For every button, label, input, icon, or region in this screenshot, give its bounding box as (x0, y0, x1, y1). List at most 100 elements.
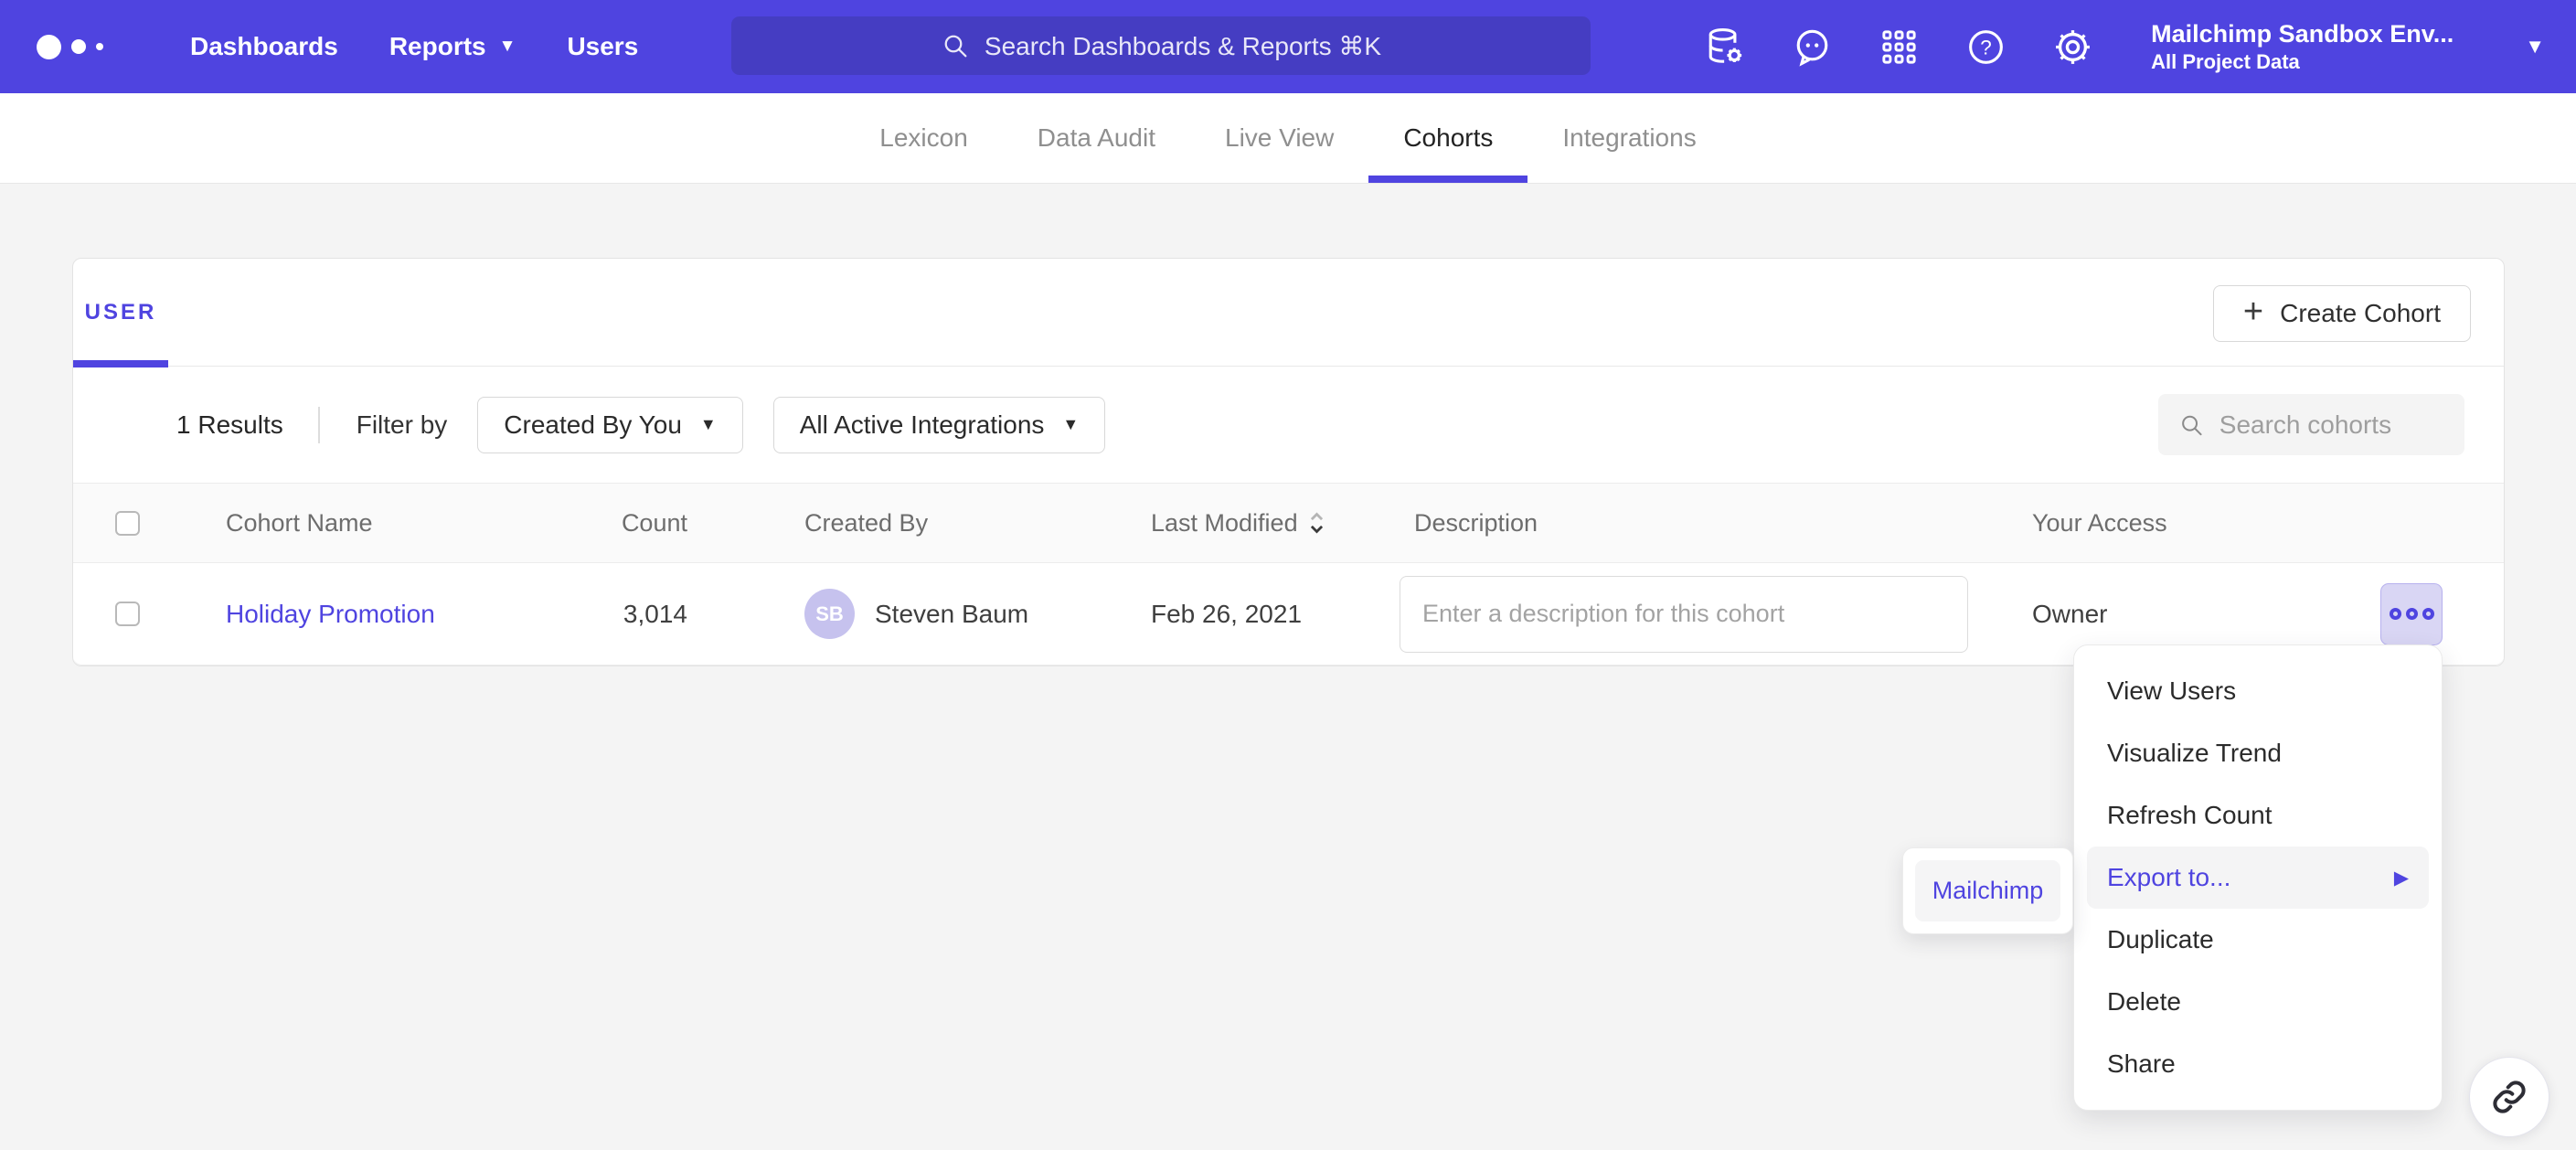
submenu-item-mailchimp[interactable]: Mailchimp (1915, 860, 2060, 921)
tab-label: Data Audit (1038, 123, 1155, 153)
menu-item-label: Share (2107, 1049, 2176, 1079)
filter-bar: 1 Results Filter by Created By You ▼ All… (73, 367, 2504, 483)
ellipsis-icon (2406, 608, 2418, 620)
description-input[interactable] (1400, 576, 1968, 653)
row-actions-context-menu: View Users Visualize Trend Refresh Count… (2073, 644, 2443, 1111)
logo-dot-medium (71, 39, 86, 54)
top-nav-right: ? Mailchimp Sandbox Env... All Project D… (1704, 0, 2545, 93)
header-last-modified-label: Last Modified (1151, 509, 1298, 538)
menu-item-label: Duplicate (2107, 925, 2214, 954)
avatar: SB (804, 589, 855, 639)
apps-grid-icon[interactable] (1878, 26, 1921, 69)
tab-data-audit[interactable]: Data Audit (1003, 93, 1190, 183)
tab-label: Integrations (1562, 123, 1696, 153)
cohorts-table-header: Cohort Name Count Created By Last Modifi… (73, 483, 2504, 563)
search-cohorts-input[interactable] (2219, 410, 2444, 440)
tab-integrations[interactable]: Integrations (1528, 93, 1730, 183)
chevron-down-icon: ▼ (499, 37, 516, 57)
tab-live-view[interactable]: Live View (1190, 93, 1368, 183)
header-checkbox-cell (73, 511, 226, 536)
plus-icon: + (2243, 294, 2263, 329)
create-cohort-label: Create Cohort (2280, 299, 2441, 328)
search-cohorts-box (2158, 394, 2464, 455)
header-description: Description (1400, 509, 2032, 538)
nav-item-label: Reports (389, 32, 486, 61)
top-nav: Dashboards Reports ▼ Users Search Dashbo… (0, 0, 2576, 93)
menu-item-label: Export to... (2107, 863, 2230, 892)
last-modified-date: Feb 26, 2021 (1151, 600, 1400, 629)
copy-link-button[interactable] (2469, 1057, 2549, 1137)
chevron-down-icon: ▼ (1062, 415, 1079, 434)
nav-item-reports[interactable]: Reports ▼ (389, 32, 516, 61)
nav-item-dashboards[interactable]: Dashboards (190, 32, 338, 61)
tab-user-cohorts[interactable]: USER (73, 259, 168, 367)
data-management-tabs: Lexicon Data Audit Live View Cohorts Int… (0, 93, 2576, 184)
header-last-modified[interactable]: Last Modified (1151, 509, 1400, 538)
cohorts-card-header: USER + Create Cohort (73, 259, 2504, 367)
created-by-filter-value: Created By You (504, 410, 682, 440)
feedback-icon[interactable] (1791, 26, 1834, 69)
tab-cohorts[interactable]: Cohorts (1368, 93, 1528, 183)
tab-lexicon[interactable]: Lexicon (845, 93, 1003, 183)
create-cohort-button[interactable]: + Create Cohort (2213, 285, 2471, 342)
project-data-scope: All Project Data (2151, 49, 2454, 75)
results-count: 1 Results (176, 410, 283, 440)
header-created-by: Created By (687, 509, 1151, 538)
select-all-checkbox[interactable] (115, 511, 140, 536)
menu-item-delete[interactable]: Delete (2074, 971, 2442, 1033)
vertical-divider (318, 407, 320, 443)
logo-dot-small (96, 43, 103, 50)
ellipsis-icon (2390, 608, 2401, 620)
logo-dot-large (37, 35, 61, 59)
search-icon (2178, 410, 2205, 441)
project-name: Mailchimp Sandbox Env... (2151, 18, 2454, 49)
mixpanel-logo[interactable] (37, 35, 139, 59)
settings-gear-icon[interactable] (2051, 26, 2094, 69)
created-by-cell: SB Steven Baum (687, 589, 1151, 639)
nav-item-label: Users (567, 32, 638, 61)
link-icon (2489, 1077, 2529, 1117)
menu-item-duplicate[interactable]: Duplicate (2074, 909, 2442, 971)
global-search-placeholder: Search Dashboards & Reports ⌘K (985, 31, 1381, 61)
menu-item-visualize-trend[interactable]: Visualize Trend (2074, 722, 2442, 784)
data-management-icon[interactable] (1704, 26, 1747, 69)
search-icon (941, 31, 970, 60)
chevron-down-icon: ▼ (700, 415, 717, 434)
nav-item-users[interactable]: Users (567, 32, 638, 61)
created-by-filter-dropdown[interactable]: Created By You ▼ (477, 397, 742, 453)
tab-label: Cohorts (1403, 123, 1493, 153)
filter-by-label: Filter by (357, 410, 448, 440)
ellipsis-icon (2422, 608, 2434, 620)
menu-item-share[interactable]: Share (2074, 1033, 2442, 1095)
menu-item-export-to[interactable]: Export to... ▶ (2087, 847, 2429, 909)
row-checkbox-cell (73, 602, 226, 626)
cohorts-card: USER + Create Cohort 1 Results Filter by… (72, 258, 2505, 666)
row-actions-menu-button[interactable] (2380, 583, 2443, 645)
tab-label: Lexicon (879, 123, 968, 153)
integrations-filter-dropdown[interactable]: All Active Integrations ▼ (773, 397, 1106, 453)
header-your-access: Your Access (2032, 509, 2380, 538)
cohort-name-link[interactable]: Holiday Promotion (226, 600, 435, 628)
header-count: Count (585, 509, 687, 538)
submenu-arrow-icon: ▶ (2394, 867, 2409, 889)
tab-label: Live View (1225, 123, 1334, 153)
sort-icon[interactable] (1309, 510, 1325, 536)
row-checkbox[interactable] (115, 602, 140, 626)
submenu-item-label: Mailchimp (1932, 877, 2044, 905)
menu-item-refresh-count[interactable]: Refresh Count (2074, 784, 2442, 847)
access-level: Owner (2032, 600, 2380, 629)
integrations-filter-value: All Active Integrations (800, 410, 1045, 440)
header-cohort-name: Cohort Name (226, 509, 585, 538)
cohort-count: 3,014 (585, 600, 687, 629)
nav-item-label: Dashboards (190, 32, 338, 61)
project-selector[interactable]: Mailchimp Sandbox Env... All Project Dat… (2151, 18, 2454, 75)
menu-item-label: Delete (2107, 987, 2181, 1017)
tab-label: USER (85, 300, 157, 325)
menu-item-label: Refresh Count (2107, 801, 2273, 830)
menu-item-label: View Users (2107, 676, 2236, 706)
help-icon[interactable]: ? (1964, 26, 2007, 69)
chevron-down-icon[interactable]: ▼ (2525, 35, 2545, 59)
menu-item-label: Visualize Trend (2107, 739, 2282, 768)
global-search-bar[interactable]: Search Dashboards & Reports ⌘K (731, 16, 1591, 75)
menu-item-view-users[interactable]: View Users (2074, 660, 2442, 722)
